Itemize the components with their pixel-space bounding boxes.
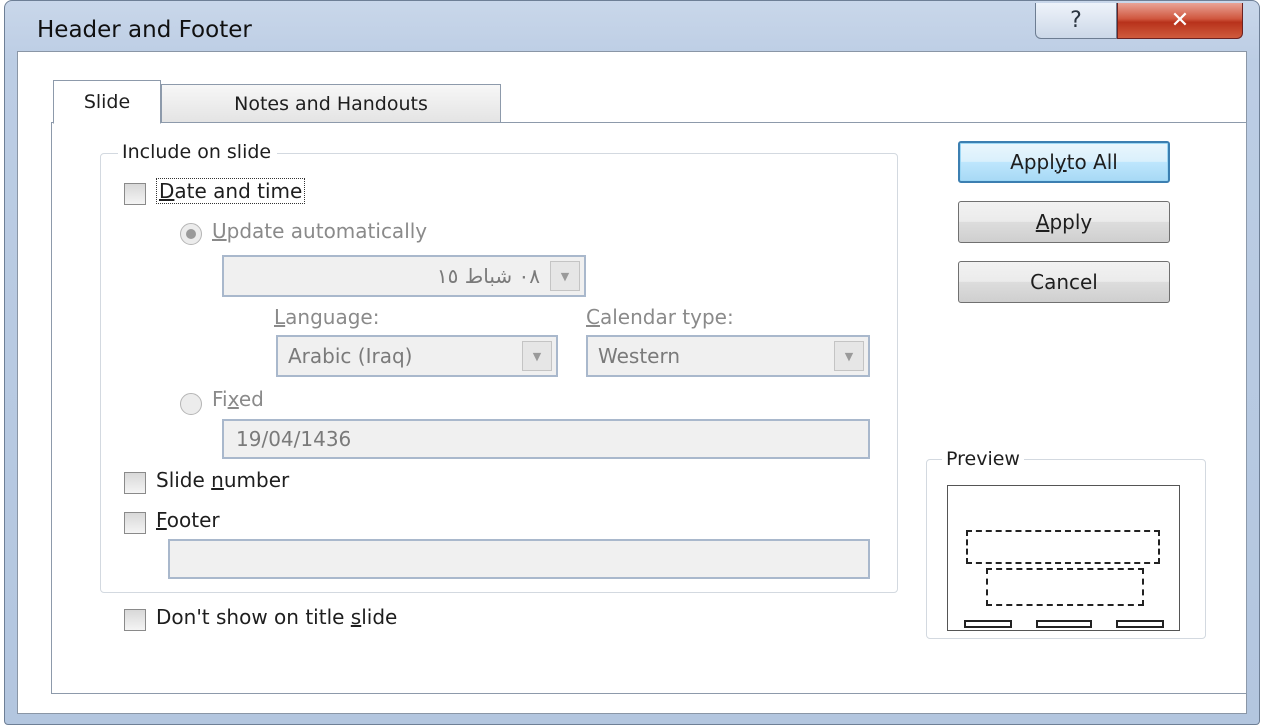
fixed-radio[interactable]	[180, 393, 202, 415]
help-icon: ?	[1070, 8, 1082, 33]
label-text: pdate automatically	[226, 219, 428, 243]
footer-text-input[interactable]	[168, 539, 870, 579]
cancel-button[interactable]: Cancel	[958, 261, 1170, 303]
label-text: Cancel	[1030, 270, 1098, 294]
fixed-date-value: 19/04/1436	[236, 427, 352, 451]
footer-checkbox[interactable]	[124, 512, 146, 534]
title-placeholder-outline	[966, 530, 1160, 564]
update-automatically-label[interactable]: Update automatically	[212, 219, 427, 243]
mnemonic: L	[274, 305, 286, 329]
tab-slide[interactable]: Slide	[53, 80, 161, 124]
label-text: Appl	[1010, 150, 1055, 174]
dialog-title: Header and Footer	[37, 17, 252, 43]
dialog-client-area: Notes and Handouts Slide Include on slid…	[17, 51, 1247, 714]
calendar-type-value: Western	[598, 344, 681, 368]
label-text: Slide	[156, 468, 212, 492]
mnemonic: D	[159, 179, 175, 203]
mnemonic: n	[211, 468, 224, 492]
label-text: anguage:	[285, 305, 380, 329]
label-text: ooter	[166, 508, 220, 532]
slide-tab-panel: Include on slide Date and time Update au…	[51, 122, 1247, 694]
chevron-down-icon[interactable]: ▼	[522, 341, 552, 371]
date-time-checkbox[interactable]	[124, 183, 146, 205]
dialog-window: Header and Footer ? ✕ Notes and Handouts…	[4, 0, 1260, 725]
tab-notes-and-handouts[interactable]: Notes and Handouts	[161, 84, 501, 122]
fixed-date-input[interactable]: 19/04/1436	[222, 419, 870, 459]
slide-number-label[interactable]: Slide number	[156, 468, 289, 492]
calendar-type-dropdown[interactable]: Western ▼	[586, 335, 870, 377]
mnemonic: A	[1035, 210, 1050, 234]
chevron-down-icon[interactable]: ▼	[834, 341, 864, 371]
slide-number-placeholder-outline	[1116, 620, 1164, 628]
label-text: ed	[238, 387, 264, 411]
fixed-label[interactable]: Fixed	[212, 387, 264, 411]
mnemonic: x	[227, 387, 239, 411]
label-text: alendar type:	[599, 305, 734, 329]
label-text: ate and time	[174, 179, 303, 203]
mnemonic: F	[156, 508, 167, 532]
date-placeholder-outline	[964, 620, 1012, 628]
language-value: Arabic (Iraq)	[288, 344, 413, 368]
language-dropdown[interactable]: Arabic (Iraq) ▼	[276, 335, 558, 377]
dont-show-on-title-slide-checkbox[interactable]	[124, 609, 146, 631]
calendar-type-label: Calendar type:	[586, 305, 734, 329]
group-label: Include on slide	[118, 141, 278, 163]
label-text: Don't show on title	[156, 605, 351, 629]
footer-label[interactable]: Footer	[156, 508, 220, 532]
date-format-value: ٠٨ شباط ١٥	[436, 264, 540, 288]
close-button[interactable]: ✕	[1117, 3, 1243, 39]
footer-placeholder-outline	[1036, 620, 1092, 628]
language-label: Language:	[274, 305, 379, 329]
tab-label: Slide	[83, 91, 131, 113]
date-time-label[interactable]: Date and time	[156, 178, 306, 204]
mnemonic: U	[212, 219, 227, 243]
apply-to-all-button[interactable]: Appl y to All	[958, 141, 1170, 183]
label-text: lide	[361, 605, 398, 629]
date-format-dropdown[interactable]: ٠٨ شباط ١٥ ▼	[222, 255, 586, 297]
label-text: Fi	[212, 387, 228, 411]
label-text: to All	[1066, 150, 1118, 174]
update-automatically-radio[interactable]	[180, 223, 202, 245]
preview-label: Preview	[942, 448, 1024, 470]
mnemonic: y	[1054, 150, 1067, 174]
slide-number-checkbox[interactable]	[124, 472, 146, 494]
close-icon: ✕	[1170, 8, 1190, 33]
mnemonic: s	[350, 605, 362, 629]
chevron-down-icon[interactable]: ▼	[550, 261, 580, 291]
body-placeholder-outline	[986, 568, 1144, 606]
label-text: pply	[1049, 210, 1093, 234]
title-bar[interactable]: Header and Footer ? ✕	[5, 1, 1259, 53]
tab-label: Notes and Handouts	[234, 92, 428, 115]
mnemonic: C	[586, 305, 600, 329]
preview-slide-thumbnail	[947, 485, 1180, 631]
dont-show-on-title-slide-label[interactable]: Don't show on title slide	[156, 605, 397, 629]
apply-button[interactable]: Apply	[958, 201, 1170, 243]
label-text: umber	[223, 468, 290, 492]
help-button[interactable]: ?	[1035, 3, 1117, 39]
